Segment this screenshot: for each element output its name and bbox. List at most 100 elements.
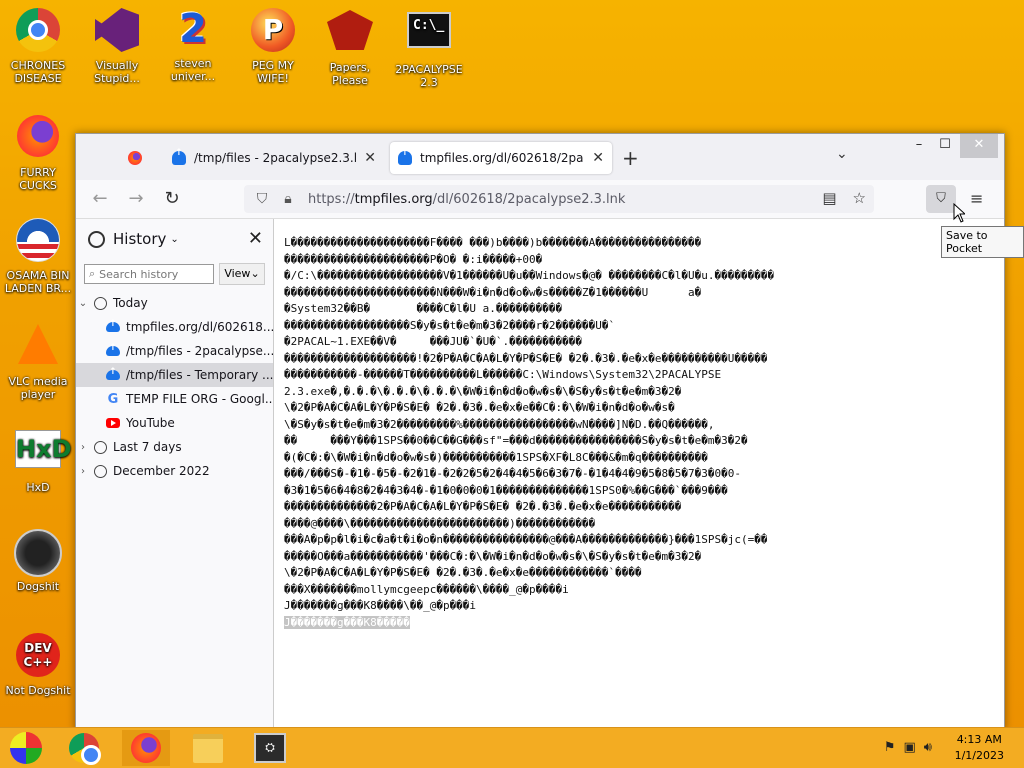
desktop-icon-papers-please[interactable]: Papers, Please bbox=[314, 6, 386, 87]
history-tree: ⌄ Today tmpfiles.org/dl/602618... /tmp/f… bbox=[76, 291, 273, 483]
reader-view-icon[interactable]: ▤ bbox=[822, 189, 836, 207]
lock-icon[interactable]: 🔒︎ bbox=[280, 191, 296, 207]
history-group-december-2022[interactable]: › December 2022 bbox=[76, 459, 273, 483]
clock[interactable]: 4:13 AM 1/1/2023 bbox=[955, 732, 1004, 764]
dump-line[interactable]: �3�1�5�6�4�8�2�4�3�4�-�1�0�0�0�1��������… bbox=[284, 483, 984, 500]
reload-button[interactable]: ↻ bbox=[160, 188, 184, 210]
list-all-tabs-button[interactable]: ⌄ bbox=[836, 146, 848, 162]
tab-tmpfiles-dl[interactable]: tmpfiles.org/dl/602618/2pacalyp ✕ bbox=[390, 142, 612, 174]
back-button[interactable]: ← bbox=[88, 188, 112, 210]
history-item[interactable]: tmpfiles.org/dl/602618... bbox=[76, 315, 273, 339]
desktop-icon-hxd[interactable]: HxD HxD bbox=[2, 424, 74, 494]
papers-please-icon bbox=[326, 10, 374, 58]
taskbar-chrome[interactable] bbox=[60, 730, 108, 766]
close-icon[interactable]: ✕ bbox=[592, 150, 604, 166]
dump-line[interactable]: ���X�������mollymcgeepc������\����_@�p��… bbox=[284, 582, 984, 599]
taskbar: ⛭ ⚑ ▣ 🔊︎ 4:13 AM 1/1/2023 bbox=[0, 727, 1024, 768]
desktop-icon-vlc[interactable]: VLC media player bbox=[2, 320, 74, 401]
chevron-down-icon: ⌄ bbox=[170, 233, 179, 245]
upload-cloud-icon bbox=[172, 148, 186, 165]
pocket-button[interactable]: ⛉ bbox=[926, 185, 956, 213]
dump-line[interactable]: �� ���Y���1SPS��0��C��G���sf"=���d������… bbox=[284, 433, 984, 450]
desktop-icon-chrones[interactable]: CHRONES DISEASE bbox=[2, 6, 74, 85]
tab-firefox-view[interactable] bbox=[120, 142, 152, 174]
dump-line[interactable]: \�2�P�A�C�A�L�Y�P�S�E� �2�.�3�.�e�x�e���… bbox=[284, 565, 984, 582]
steven-universe-icon: 2 bbox=[179, 6, 207, 52]
dump-line[interactable]: ���/���S�-�1�-�5�-�2�1�-�2�2�5�2�4�4�5�6… bbox=[284, 466, 984, 483]
volume-icon[interactable]: 🔊︎ bbox=[924, 740, 932, 755]
close-sidebar-button[interactable]: ✕ bbox=[248, 228, 263, 249]
hxd-icon: HxD bbox=[14, 430, 72, 478]
desktop-icon-peggle[interactable]: P PEG MY WIFE! bbox=[237, 6, 309, 85]
firefox-icon bbox=[128, 151, 142, 165]
dump-line[interactable]: ��������������������!�2�P�A�C�A�L�Y�P�S�… bbox=[284, 351, 984, 368]
flag-icon[interactable]: ⚑ bbox=[884, 740, 896, 755]
dump-line[interactable]: �����O���a�����������'���C�:�\�W�i�n�d�o… bbox=[284, 549, 984, 566]
history-item[interactable]: G TEMP FILE ORG - Googl... bbox=[76, 387, 273, 411]
page-content[interactable]: L���������������������F���� ���)b����)b�… bbox=[274, 219, 1004, 730]
dump-line[interactable]: �2PACAL~1.EXE��V� ���JU�`�U�`.����������… bbox=[284, 334, 984, 351]
desktop-icon-label: Dogshit bbox=[16, 580, 60, 593]
desktop-icon-2pacalypse[interactable]: C:\_ 2PACALYPSE 2.3 bbox=[393, 6, 465, 89]
desktop-icon-firefox[interactable]: FURRY CUCKS bbox=[2, 112, 74, 192]
desktop-icon-osama[interactable]: OSAMA BIN LADEN BR... bbox=[2, 215, 74, 295]
taskbar-cmd[interactable]: ⛭ bbox=[246, 730, 294, 766]
bookmark-star-icon[interactable]: ☆ bbox=[853, 189, 866, 207]
dump-line[interactable]: \�2�P�A�C�A�L�Y�P�S�E� �2�.�3�.�e�x�e��C… bbox=[284, 400, 984, 417]
upload-cloud-icon bbox=[398, 148, 412, 165]
dump-line[interactable]: �����������-������T����������L������C:\W… bbox=[284, 367, 984, 384]
taskbar-file-explorer[interactable] bbox=[184, 730, 232, 766]
peggle-icon: P bbox=[249, 8, 297, 56]
tab-tmp-files[interactable]: /tmp/files - 2pacalypse2.3.lnk ✕ bbox=[164, 142, 384, 174]
desktop-icon-label: 2PACALYPSE 2.3 bbox=[395, 63, 463, 89]
desktop-icon-label: VLC media player bbox=[8, 375, 68, 401]
url-bar[interactable]: ⛉ 🔒︎ https://tmpfiles.org/dl/602618/2pac… bbox=[244, 185, 874, 213]
view-button[interactable]: View⌄ bbox=[219, 263, 265, 285]
binary-text-dump[interactable]: L���������������������F���� ���)b����)b�… bbox=[284, 235, 984, 631]
start-button[interactable] bbox=[2, 730, 50, 766]
dump-line[interactable]: �����������������������N���W�i�n�d�o�w�s… bbox=[284, 285, 984, 302]
desktop-icon-devcpp[interactable]: DEV C++ Not Dogshit bbox=[2, 631, 74, 697]
dump-line[interactable]: �(�C�:�\�W�i�n�d�o�w�s�)�����������1SPS�… bbox=[284, 450, 984, 467]
shield-icon[interactable]: ⛉ bbox=[254, 191, 270, 207]
dump-line[interactable]: �/C:\�������������������V�1������U�u��Wi… bbox=[284, 268, 984, 285]
url-text[interactable]: https://tmpfiles.org/dl/602618/2pacalyps… bbox=[308, 192, 625, 207]
dump-line[interactable]: ��������������2�P�A�C�A�L�Y�P�S�E� �2�.�… bbox=[284, 499, 984, 516]
dump-line[interactable]: 2.3.exe�,�.�.�\�.�.�\�.�.�\�W�i�n�d�o�w�… bbox=[284, 384, 984, 401]
dump-line-selected[interactable]: J�������g���K8����� bbox=[284, 615, 984, 632]
history-group-last-7-days[interactable]: › Last 7 days bbox=[76, 435, 273, 459]
expanded-twisty-icon[interactable]: ⌄ bbox=[76, 298, 90, 309]
desktop-icon-visual-studio[interactable]: Visually Stupid... bbox=[81, 6, 153, 85]
close-icon[interactable]: ✕ bbox=[364, 150, 376, 166]
dump-line[interactable]: �������������������S�y�s�t�e�m�3�2����r�… bbox=[284, 318, 984, 335]
collapsed-twisty-icon[interactable]: › bbox=[76, 466, 90, 477]
vlc-icon bbox=[14, 324, 62, 372]
desktop-icon-dogshit[interactable]: Dogshit bbox=[2, 527, 74, 593]
dump-line[interactable]: ���A�p�p�l�i�c�a�t�i�o�n����������������… bbox=[284, 532, 984, 549]
network-icon[interactable]: ▣ bbox=[904, 740, 916, 755]
desktop-icon-label: HxD bbox=[26, 481, 50, 494]
forward-button[interactable]: → bbox=[124, 188, 148, 210]
search-history-input[interactable]: ⌕ Search history bbox=[84, 264, 214, 284]
history-item[interactable]: /tmp/files - 2pacalypse... bbox=[76, 339, 273, 363]
dump-line[interactable]: J�������g���K8����\��_@�p���i bbox=[284, 598, 984, 615]
dump-line[interactable]: \�S�y�s�t�e�m�3�2���������%�������������… bbox=[284, 417, 984, 434]
history-item[interactable]: /tmp/files - Temporary ... bbox=[76, 363, 273, 387]
dump-line[interactable]: ����������������������P�O� �:i�����+00� bbox=[284, 252, 984, 269]
pocket-icon: ⛉ bbox=[936, 191, 946, 206]
history-item[interactable]: YouTube bbox=[76, 411, 273, 435]
collapsed-twisty-icon[interactable]: › bbox=[76, 442, 90, 453]
desktop-icon-steven-universe[interactable]: 2 steven univer... bbox=[157, 6, 229, 83]
taskbar-firefox[interactable] bbox=[122, 730, 170, 766]
mouse-cursor-icon bbox=[953, 203, 965, 223]
new-tab-button[interactable]: + bbox=[622, 146, 639, 170]
maximize-button[interactable]: ☐ bbox=[926, 134, 964, 158]
close-window-button[interactable]: ✕ bbox=[960, 134, 998, 158]
dump-line[interactable]: L���������������������F���� ���)b����)b�… bbox=[284, 235, 984, 252]
dump-line[interactable]: ����@����\������������������������)�����… bbox=[284, 516, 984, 533]
desktop-icon-label: Not Dogshit bbox=[5, 684, 71, 697]
sidebar-header[interactable]: History ⌄ ✕ bbox=[76, 219, 273, 259]
dump-line[interactable]: �System32��B� ����C�l�U a.���������� bbox=[284, 301, 984, 318]
hamburger-menu-icon[interactable]: ≡ bbox=[970, 189, 983, 208]
history-group-today[interactable]: ⌄ Today bbox=[76, 291, 273, 315]
